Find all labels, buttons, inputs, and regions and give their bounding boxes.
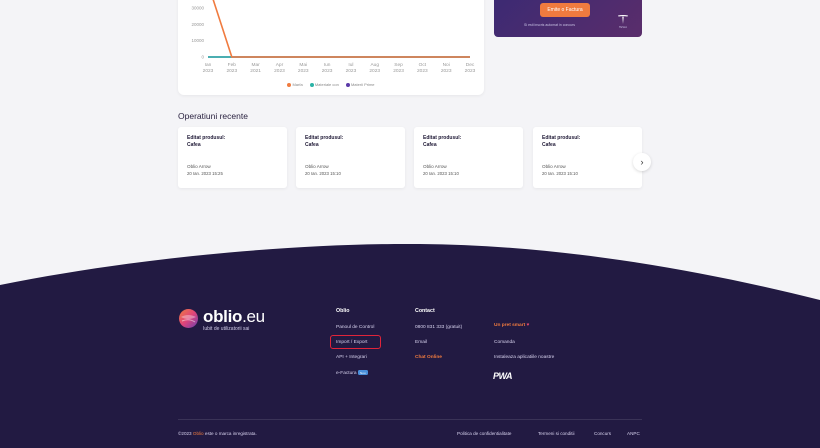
brand-name: oblio.eu [203,307,265,326]
footer-link-order[interactable]: Comanda [494,340,515,345]
footer-link-terms[interactable]: Termeni si conditii [538,431,575,436]
new-badge: Nou [357,370,369,375]
brand-tagline: Iubit de utilizatorii sai [203,326,250,332]
footer-link-email[interactable]: Email [415,340,427,345]
footer-link-api[interactable]: API + Integrari [336,355,367,360]
footer-link-anpc[interactable]: ANPC [627,431,640,436]
footer-link-efactura[interactable]: e-Factura Nou [336,370,369,376]
footer-install-apps: Instaleaza aplicatiile noastre [494,355,555,360]
copyright-text: ©2023 Oblio este o marca inregistrata. [178,431,257,436]
footer-link-import-export[interactable]: Import / Export [336,340,367,345]
footer-link-contest[interactable]: Concurs [594,431,611,436]
heart-icon: ♥ [526,323,530,328]
footer-background [0,243,820,448]
footer-link-phone[interactable]: 0800 831 333 (gratuit) [415,325,462,330]
pwa-logo-icon[interactable]: PWA [493,371,513,381]
oblio-logo-icon [179,309,198,328]
footer-heading-contact: Contact [415,308,435,314]
footer-link-privacy[interactable]: Politica de confidentialitate [457,431,511,436]
footer-heading-oblio: Oblio [336,308,350,314]
footer-smart-price[interactable]: Un pret smart ♥ [494,323,529,328]
footer-divider [178,419,642,420]
footer-link-chat[interactable]: Chat Online [415,355,442,360]
footer-link-control-panel[interactable]: Panoul de Control [336,325,374,330]
